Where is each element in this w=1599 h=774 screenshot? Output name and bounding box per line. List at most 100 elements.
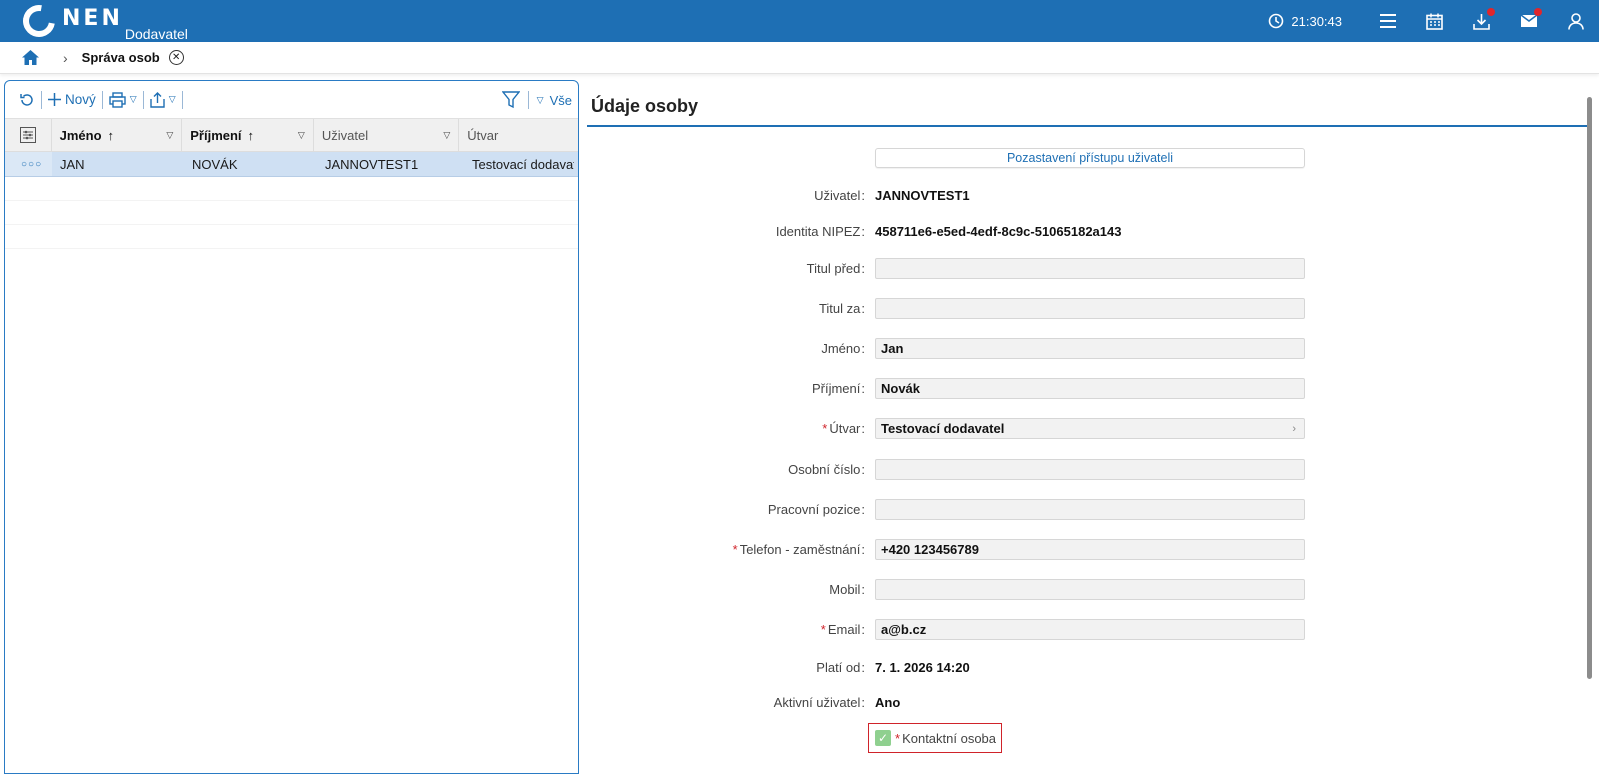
column-settings-button[interactable] bbox=[5, 119, 52, 151]
new-button[interactable]: Nový bbox=[42, 92, 102, 107]
empty-row bbox=[5, 177, 578, 201]
contact-person-checkbox[interactable]: ✓ * Kontaktní osoba bbox=[868, 723, 1002, 753]
mobil-input[interactable] bbox=[875, 579, 1305, 600]
column-label: Jméno bbox=[59, 127, 102, 143]
cell-prijmeni: NOVÁK bbox=[192, 156, 238, 172]
home-button[interactable] bbox=[21, 48, 41, 68]
utvar-select[interactable]: Testovací dodavatel › bbox=[875, 418, 1305, 439]
calendar-icon bbox=[1426, 13, 1443, 30]
calendar-button[interactable] bbox=[1411, 0, 1458, 42]
field-label: Platí od: bbox=[816, 660, 865, 675]
field-label: Jméno: bbox=[821, 341, 865, 356]
required-marker: * bbox=[822, 421, 828, 436]
dropdown-arrow-icon: ▽ bbox=[168, 94, 176, 104]
menu-icon bbox=[1379, 14, 1396, 28]
column-label: Útvar bbox=[467, 127, 499, 143]
detail-scrollbar[interactable] bbox=[1587, 97, 1592, 679]
column-header-prijmeni[interactable]: Příjmení ↑ ▽ bbox=[182, 119, 314, 151]
jmeno-input[interactable]: Jan bbox=[875, 338, 1305, 359]
column-filter-icon[interactable]: ▽ bbox=[298, 130, 305, 141]
field-label: * Telefon - zaměstnání: bbox=[732, 542, 865, 557]
uzivatel-value: JANNOVTEST1 bbox=[875, 188, 970, 203]
column-header-uzivatel[interactable]: Uživatel ▽ bbox=[314, 119, 460, 151]
field-label: Aktivní uživatel: bbox=[773, 695, 865, 710]
filter-select[interactable]: Vše bbox=[550, 93, 572, 108]
logo-ring-icon bbox=[16, 0, 62, 44]
field-label: Mobil: bbox=[829, 582, 865, 597]
download-button[interactable] bbox=[1458, 0, 1505, 42]
new-button-label: Nový bbox=[65, 92, 96, 107]
identita-value: 458711e6-e5ed-4edf-8c9c-51065182a143 bbox=[875, 224, 1122, 239]
titul-pred-input[interactable] bbox=[875, 258, 1305, 279]
suspend-access-button[interactable]: Pozastavení přístupu uživateli bbox=[875, 148, 1305, 168]
logo-subtitle: Dodavatel bbox=[124, 26, 188, 42]
mail-icon bbox=[1520, 14, 1537, 27]
field-row-titul-za: Titul za: bbox=[587, 298, 1587, 319]
field-label: Uživatel: bbox=[814, 188, 865, 203]
breadcrumb-title[interactable]: Správa osob bbox=[82, 50, 160, 65]
required-marker: * bbox=[895, 730, 901, 746]
titul-za-input[interactable] bbox=[875, 298, 1305, 319]
refresh-icon bbox=[20, 93, 33, 106]
column-header-jmeno[interactable]: Jméno ↑ ▽ bbox=[52, 119, 183, 151]
print-button[interactable]: ▽ bbox=[103, 91, 143, 108]
nen-logo[interactable]: NEN Dodavatel bbox=[16, 0, 188, 44]
column-filter-icon[interactable]: ▽ bbox=[443, 130, 450, 141]
column-filter-icon[interactable]: ▽ bbox=[166, 130, 173, 141]
user-button[interactable] bbox=[1552, 0, 1599, 42]
menu-button[interactable] bbox=[1364, 0, 1411, 42]
filter-icon[interactable] bbox=[501, 91, 520, 109]
field-row-email: * Email: a@b.cz bbox=[587, 619, 1587, 640]
field-row-telefon: * Telefon - zaměstnání: +420 123456789 bbox=[587, 539, 1587, 560]
field-row-identita: Identita NIPEZ: 458711e6-e5ed-4edf-8c9c-… bbox=[587, 221, 1587, 242]
detail-title: Údaje osoby bbox=[587, 87, 1592, 127]
field-label: * Útvar: bbox=[822, 421, 865, 436]
field-label: Identita NIPEZ: bbox=[775, 224, 865, 239]
column-settings-icon bbox=[20, 127, 36, 143]
checkmark-icon[interactable]: ✓ bbox=[875, 730, 891, 746]
row-actions-button[interactable]: ○○○ bbox=[5, 152, 52, 176]
osobni-cislo-input[interactable] bbox=[875, 459, 1305, 480]
toolbar-divider bbox=[181, 90, 183, 109]
mail-button[interactable] bbox=[1505, 0, 1552, 42]
field-row-osobni-cislo: Osobní číslo: bbox=[587, 459, 1587, 480]
required-marker: * bbox=[820, 622, 826, 637]
telefon-input[interactable]: +420 123456789 bbox=[875, 539, 1305, 560]
column-header-utvar[interactable]: Útvar bbox=[459, 119, 578, 151]
field-label: Titul před: bbox=[806, 261, 865, 276]
person-detail-panel: Údaje osoby Pozastavení přístupu uživate… bbox=[587, 87, 1592, 774]
logo-text: NEN bbox=[62, 6, 123, 31]
top-bar: NEN Dodavatel 21:30:43 bbox=[0, 0, 1599, 44]
dropdown-arrow-icon: ▽ bbox=[129, 94, 137, 104]
table-row[interactable]: ○○○ JAN NOVÁK JANNOVTEST1 Testovací doda… bbox=[5, 152, 578, 177]
field-row-jmeno: Jméno: Jan bbox=[587, 338, 1587, 359]
session-clock: 21:30:43 bbox=[1268, 13, 1342, 29]
download-badge bbox=[1487, 8, 1495, 16]
mail-badge bbox=[1534, 8, 1542, 16]
filter-dropdown-icon[interactable]: ▽ bbox=[537, 95, 544, 106]
sort-asc-icon: ↑ bbox=[247, 127, 255, 143]
refresh-button[interactable] bbox=[13, 92, 41, 108]
required-marker: * bbox=[732, 542, 738, 557]
plati-od-value: 7. 1. 2026 14:20 bbox=[875, 660, 970, 675]
field-row-prijmeni: Příjmení: Novák bbox=[587, 378, 1587, 399]
field-row-utvar: * Útvar: Testovací dodavatel › bbox=[587, 418, 1587, 439]
clock-time: 21:30:43 bbox=[1291, 13, 1342, 29]
breadcrumb: › Správa osob ✕ bbox=[0, 42, 1599, 74]
email-input[interactable]: a@b.cz bbox=[875, 619, 1305, 640]
pracovni-pozice-input[interactable] bbox=[875, 499, 1305, 520]
prijmeni-input[interactable]: Novák bbox=[875, 378, 1305, 399]
clock-icon bbox=[1269, 13, 1284, 29]
contact-person-label: * Kontaktní osoba bbox=[895, 730, 997, 746]
field-label: Titul za: bbox=[818, 301, 865, 316]
user-icon bbox=[1567, 12, 1584, 30]
chevron-right-icon: › bbox=[1292, 422, 1296, 435]
aktivni-value: Ano bbox=[875, 695, 901, 710]
sort-asc-icon: ↑ bbox=[107, 127, 115, 143]
close-tab-icon[interactable]: ✕ bbox=[168, 50, 184, 65]
export-button[interactable]: ▽ bbox=[144, 91, 182, 108]
home-icon bbox=[22, 50, 39, 65]
plus-icon bbox=[48, 93, 61, 106]
chevron-right-icon: › bbox=[63, 49, 68, 66]
cell-jmeno: JAN bbox=[60, 156, 85, 172]
